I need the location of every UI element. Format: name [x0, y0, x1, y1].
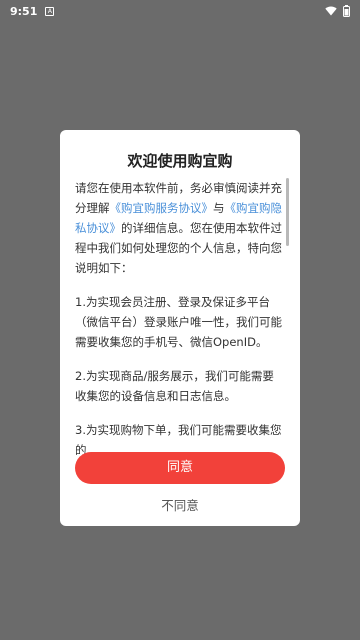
battery-icon: [343, 5, 350, 17]
disagree-button[interactable]: 不同意: [75, 494, 285, 518]
status-icons: [325, 5, 350, 17]
scrollbar[interactable]: [286, 178, 289, 246]
status-bar: 9:51 A: [0, 0, 360, 22]
item-1: 1.为实现会员注册、登录及保证多平台（微信平台）登录账户唯一性，我们可能需要收集…: [75, 295, 282, 349]
wifi-icon: [325, 6, 337, 16]
notification-icon: A: [45, 6, 55, 16]
item-2: 2.为实现商品/服务展示，我们可能需要收集您的设备信息和日志信息。: [75, 369, 274, 403]
dialog-title: 欢迎使用购宜购: [127, 152, 233, 170]
intro-paragraph: 请您在使用本软件前，务必审慎阅读并充分理解《购宜购服务协议》与《购宜购隐私协议》…: [75, 178, 285, 278]
service-agreement-link[interactable]: 《购宜购服务协议》: [110, 201, 214, 215]
status-time: 9:51: [10, 4, 38, 18]
and-text: 与: [213, 201, 225, 215]
agree-button[interactable]: 同意: [75, 452, 285, 484]
privacy-dialog: 欢迎使用购宜购 请您在使用本软件前，务必审慎阅读并充分理解《购宜购服务协议》与《…: [60, 130, 300, 526]
